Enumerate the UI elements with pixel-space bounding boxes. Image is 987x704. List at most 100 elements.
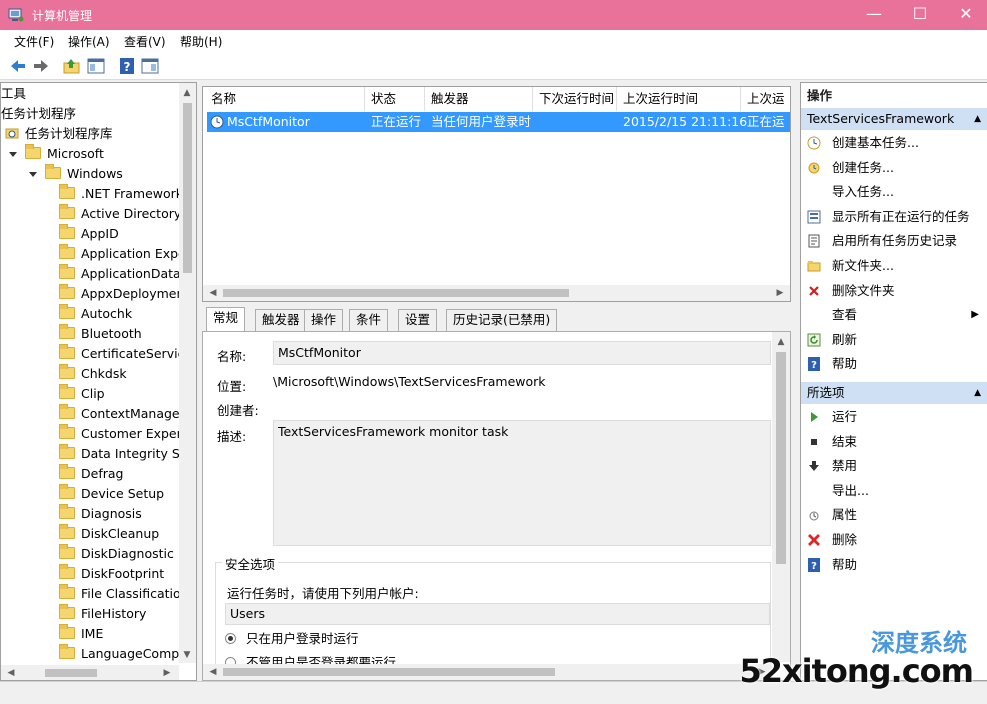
tab-general[interactable]: 常规 — [206, 307, 246, 332]
scroll-right-icon[interactable]: ▶ — [159, 665, 175, 680]
tab-conditions[interactable]: 条件 — [349, 309, 389, 331]
help-icon[interactable]: ? — [117, 56, 137, 76]
action-item[interactable]: 创建基本任务... — [801, 131, 987, 155]
scroll-down-icon[interactable]: ▼ — [179, 647, 195, 663]
expand-caret-icon[interactable] — [9, 152, 17, 157]
description-field[interactable]: TextServicesFramework monitor task — [273, 420, 771, 546]
scroll-left-icon[interactable]: ◀ — [3, 665, 19, 680]
tree-item[interactable]: ApplicationData — [59, 264, 181, 284]
tree-item[interactable]: .NET Framework — [59, 184, 183, 204]
menu-help[interactable]: 帮助(H) — [180, 33, 222, 50]
action-item[interactable]: 运行 — [801, 405, 987, 429]
tree-item[interactable]: Application Expe — [59, 244, 186, 264]
task-list-hscroll-thumb[interactable] — [223, 289, 569, 297]
forward-arrow-icon[interactable] — [31, 56, 51, 76]
tree-item[interactable]: CertificateService — [59, 344, 192, 364]
tree-hscroll-thumb[interactable] — [45, 669, 97, 677]
tree-item[interactable]: 工具 — [1, 84, 26, 104]
scroll-up-icon[interactable]: ▲ — [773, 334, 789, 350]
actions-section-selected[interactable]: 所选项 ▲ — [801, 382, 987, 404]
menu-view[interactable]: 查看(V) — [124, 33, 166, 50]
detail-hscroll-thumb[interactable] — [223, 668, 555, 676]
tree-item[interactable]: FileHistory — [59, 604, 146, 624]
action-item[interactable]: 查看 ▶ — [801, 303, 987, 327]
tree-vertical-scrollbar[interactable]: ▲ ▼ — [179, 83, 196, 663]
action-item[interactable]: 属性 — [801, 503, 987, 527]
table-row[interactable]: MsCtfMonitor 正在运行 当任何用户登录时 2015/2/15 21:… — [207, 112, 790, 132]
maximize-button[interactable]: ☐ — [897, 0, 943, 30]
tree-item[interactable]: Windows — [29, 164, 123, 184]
action-item[interactable]: ? 帮助 — [801, 352, 987, 376]
action-item[interactable]: 禁用 — [801, 454, 987, 478]
tree-item[interactable]: Defrag — [59, 464, 123, 484]
tree-item[interactable]: 任务计划程序 — [1, 104, 76, 124]
collapse-icon[interactable]: ▲ — [974, 108, 981, 130]
name-field[interactable]: MsCtfMonitor — [273, 341, 771, 365]
tree-item[interactable]: 任务计划程序库 — [5, 124, 113, 144]
tree-scroll-thumb[interactable] — [183, 103, 192, 273]
tree-item[interactable]: Active Directory — [59, 204, 181, 224]
scroll-left-icon[interactable]: ◀ — [205, 285, 221, 301]
actions-section-folder[interactable]: TextServicesFramework ▲ — [801, 108, 987, 130]
column-header-trigger[interactable]: 触发器 — [425, 87, 533, 111]
action-item[interactable]: 结束 — [801, 430, 987, 454]
tree-item[interactable]: File Classificatior — [59, 584, 186, 604]
up-folder-icon[interactable] — [62, 56, 82, 76]
task-list-horizontal-scrollbar[interactable]: ◀ ▶ — [203, 285, 790, 301]
menu-file[interactable]: 文件(F) — [14, 33, 54, 50]
tree-item[interactable]: Microsoft — [9, 144, 104, 164]
column-header-name[interactable]: 名称 — [205, 87, 365, 111]
tree-item[interactable]: DiskCleanup — [59, 524, 159, 544]
collapse-icon[interactable]: ▲ — [974, 382, 981, 404]
tree-item[interactable]: Bluetooth — [59, 324, 142, 344]
tree-item[interactable]: AppID — [59, 224, 119, 244]
back-arrow-icon[interactable] — [8, 56, 28, 76]
detail-vertical-scrollbar[interactable]: ▲ — [772, 332, 790, 662]
tree-item[interactable]: Autochk — [59, 304, 132, 324]
action-item[interactable]: 删除 — [801, 528, 987, 552]
tree-item[interactable]: Chkdsk — [59, 364, 127, 384]
tab-triggers[interactable]: 触发器 — [255, 309, 307, 331]
detail-scroll-thumb[interactable] — [776, 352, 786, 564]
tree-item[interactable]: DiskFootprint — [59, 564, 164, 584]
tree-item[interactable]: DiskDiagnostic — [59, 544, 174, 564]
tree-item[interactable]: IME — [59, 624, 103, 644]
tree-item[interactable]: Clip — [59, 384, 105, 404]
action-item[interactable]: ? 帮助 — [801, 553, 987, 577]
tree-item[interactable]: LanguageCompo — [59, 644, 187, 664]
show-hide-action-pane-icon[interactable] — [140, 56, 160, 76]
tree-item[interactable]: Data Integrity Sc — [59, 444, 187, 464]
action-item[interactable]: 导入任务... — [801, 180, 987, 204]
action-item[interactable]: 导出... — [801, 479, 987, 503]
radio-run-only-logged-on[interactable]: 只在用户登录时运行 — [225, 629, 359, 649]
action-item[interactable]: 显示所有正在运行的任务 — [801, 205, 987, 229]
scroll-left-icon[interactable]: ◀ — [205, 664, 221, 680]
expand-caret-icon[interactable] — [29, 172, 37, 177]
action-item[interactable]: 启用所有任务历史记录 — [801, 229, 987, 253]
action-item[interactable]: 新文件夹... — [801, 254, 987, 278]
menu-action[interactable]: 操作(A) — [68, 33, 110, 50]
tree-item[interactable]: AppxDeploymen — [59, 284, 184, 304]
detail-horizontal-scrollbar[interactable]: ◀ ▶ — [203, 664, 772, 680]
tree-item[interactable]: Device Setup — [59, 484, 164, 504]
action-item[interactable]: 创建任务... — [801, 156, 987, 180]
scroll-right-icon[interactable]: ▶ — [772, 285, 788, 301]
action-item[interactable]: 删除文件夹 — [801, 279, 987, 303]
minimize-button[interactable]: — — [851, 0, 897, 30]
run-as-user-field[interactable]: Users — [225, 603, 770, 625]
tree-item[interactable]: Diagnosis — [59, 504, 142, 524]
tab-history[interactable]: 历史记录(已禁用) — [446, 309, 558, 331]
show-hide-tree-icon[interactable] — [86, 56, 106, 76]
tree-horizontal-scrollbar[interactable]: ◀ ▶ — [1, 665, 179, 680]
tab-settings[interactable]: 设置 — [398, 309, 438, 331]
column-header-last-result[interactable]: 上次运 — [741, 87, 790, 111]
tree-item[interactable]: Customer Experi — [59, 424, 185, 444]
tab-actions[interactable]: 操作 — [304, 309, 344, 331]
action-item[interactable]: 刷新 — [801, 328, 987, 352]
column-header-next-run[interactable]: 下次运行时间 — [533, 87, 617, 111]
column-header-status[interactable]: 状态 — [365, 87, 425, 111]
scroll-up-icon[interactable]: ▲ — [179, 85, 195, 101]
column-header-last-run[interactable]: 上次运行时间 — [617, 87, 741, 111]
close-button[interactable]: ✕ — [943, 0, 987, 30]
tree-item[interactable]: ContextManager — [59, 404, 185, 424]
